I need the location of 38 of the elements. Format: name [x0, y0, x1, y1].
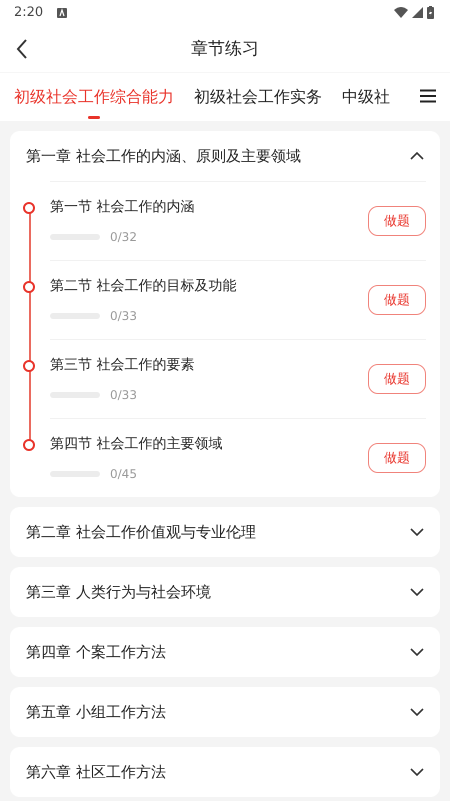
chapter-title[interactable]: 第二章 社会工作价值观与专业伦理: [26, 522, 410, 542]
timeline-dot: [23, 360, 35, 372]
chapter-title[interactable]: 第三章 人类行为与社会环境: [26, 582, 410, 602]
tab[interactable]: 初级社会工作实务: [194, 73, 322, 121]
page-title: 章节练习: [191, 38, 259, 60]
tab[interactable]: 初级社会工作综合能力: [14, 73, 174, 121]
chapter-title[interactable]: 第六章 社区工作方法: [26, 762, 410, 782]
chevron-icon[interactable]: [410, 152, 424, 160]
menu-icon[interactable]: [420, 88, 436, 102]
timeline-dot: [23, 281, 35, 293]
chapter-title[interactable]: 第一章 社会工作的内涵、原则及主要领域: [26, 146, 410, 166]
status-time: 2:20: [14, 5, 44, 20]
section-title: 第二节 社会工作的目标及功能: [50, 277, 238, 295]
wifi-icon: [394, 7, 408, 18]
chevron-icon[interactable]: [410, 588, 424, 596]
timeline-dot: [23, 202, 35, 214]
signal-icon: [412, 7, 423, 18]
chapter-title[interactable]: 第四章 个案工作方法: [26, 642, 410, 662]
progress-count: 0/32: [110, 230, 137, 244]
chapter-title[interactable]: 第五章 小组工作方法: [26, 702, 410, 722]
progress-count: 0/45: [110, 467, 137, 481]
progress-count: 0/33: [110, 309, 137, 323]
practice-button[interactable]: 做题: [368, 364, 426, 394]
notification-icon: [57, 8, 68, 18]
progress-count: 0/33: [110, 388, 137, 402]
practice-button[interactable]: 做题: [368, 443, 426, 473]
tab[interactable]: 中级社: [342, 73, 390, 121]
practice-button[interactable]: 做题: [368, 206, 426, 236]
section-title: 第三节 社会工作的要素: [50, 356, 196, 374]
chevron-icon[interactable]: [410, 708, 424, 716]
practice-button[interactable]: 做题: [368, 285, 426, 315]
battery-icon: [427, 6, 434, 19]
chevron-icon[interactable]: [410, 648, 424, 656]
timeline-dot: [23, 439, 35, 451]
section-title: 第四节 社会工作的主要领域: [50, 435, 224, 453]
chevron-icon[interactable]: [410, 768, 424, 776]
chevron-icon[interactable]: [410, 528, 424, 536]
section-title: 第一节 社会工作的内涵: [50, 198, 196, 216]
